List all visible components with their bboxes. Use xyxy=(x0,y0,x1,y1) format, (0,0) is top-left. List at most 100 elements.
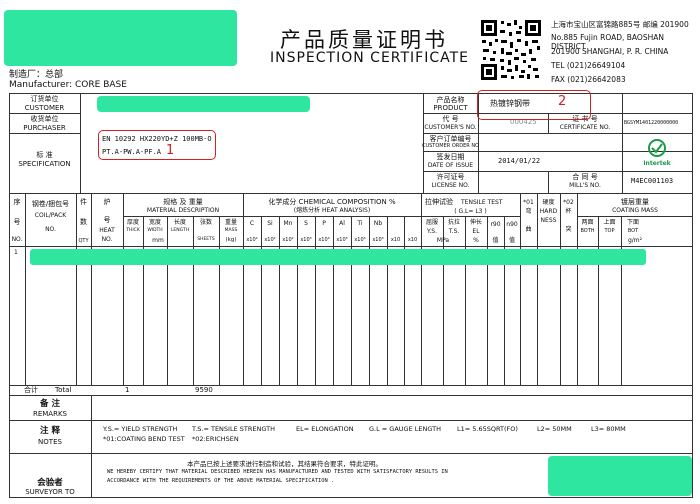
col-coat-en: COATING MASS xyxy=(612,207,658,214)
certify-text-cn: 本产品已按上述要求进行制造和试验，其结果符合要求，特此证明。 xyxy=(187,460,382,468)
custorder-label-cn: 客户订单编号 xyxy=(429,135,472,143)
notes-label-en: NOTES xyxy=(38,438,62,446)
annotation-label-1: 1 xyxy=(166,143,175,158)
col-coil-cn: 钢卷/捆包号 xyxy=(31,200,70,208)
total-label-en: Total xyxy=(55,386,72,394)
col-c01: *01 xyxy=(523,199,534,206)
note-l1: L1= 5.65SQRT(FO) xyxy=(457,425,518,433)
col-chem-sub: (熔炼分析 HEAT ANALYSIS) xyxy=(293,207,371,214)
col-width: 宽度 xyxy=(148,219,161,226)
col-heat-cn1: 炉 xyxy=(103,198,111,206)
col-c02-c: 突 xyxy=(565,226,572,233)
chem-element-ti: Ti xyxy=(357,220,363,227)
contract-value: M4EC001103 xyxy=(631,177,674,185)
note-ts: T.S.= TENSILE STRENGTH xyxy=(192,425,275,433)
chem-unit: x10 xyxy=(407,237,418,243)
col-ys: 屈服 xyxy=(425,219,438,226)
total-qty: 1 xyxy=(125,386,130,394)
code-label-en: CUSTOMER'S NO. xyxy=(424,124,477,131)
standard-label-en: SPECIFICATION xyxy=(18,160,71,168)
chem-element-nb: Nb xyxy=(373,220,383,227)
col-both-en: BOTH xyxy=(580,228,595,234)
surveyor-label-en: SURVEYOR TO xyxy=(25,488,75,496)
col-length: 长度 xyxy=(173,219,186,226)
annotation-box-product xyxy=(477,90,591,120)
col-mm: mm xyxy=(152,237,164,244)
col-pct: % xyxy=(473,237,479,244)
chem-unit: x10² xyxy=(282,237,294,243)
orderer-label-cn: 订货单位 xyxy=(30,95,59,103)
col-ys-en: Y.S. xyxy=(426,228,438,235)
remarks-label-en: REMARKS xyxy=(32,410,67,418)
col-n90: n90 xyxy=(506,221,518,228)
col-bot-en: BOT xyxy=(627,228,639,234)
maker-cn: 制造厂：总部 xyxy=(9,70,64,80)
custorder-label-en: CUSTOMER ORDER NO xyxy=(421,143,479,149)
col-coil-en1: COIL/PACK xyxy=(34,212,67,219)
col-hard-en1: HARD xyxy=(539,208,558,215)
notes-label-cn: 注 释 xyxy=(40,426,60,436)
chem-unit: x10³ xyxy=(318,237,330,243)
chem-element-p: P xyxy=(322,220,326,227)
title-en: INSPECTION CERTIFICATE xyxy=(270,50,470,66)
col-qty-cn2: 数 xyxy=(80,218,87,226)
col-tensile-en: TENSILE TEST xyxy=(461,199,503,206)
chem-element-mn: Mn xyxy=(283,220,293,227)
address-cn: 上海市宝山区富锦路885号 邮编 201900 xyxy=(551,20,689,29)
col-ts: 抗拉 xyxy=(447,219,460,226)
col-seq-cn: 序 xyxy=(13,198,21,206)
note-el: EL= ELONGATION xyxy=(296,425,354,433)
col-top: 上面 xyxy=(603,219,616,226)
col-sheets: 张数 xyxy=(199,219,212,226)
annotation-label-2: 2 xyxy=(558,94,567,109)
col-sheets-en: SHEETS xyxy=(197,237,215,242)
col-mass-en: MASS xyxy=(224,228,238,233)
col-kg: (kg) xyxy=(225,237,237,243)
col-thick-en: THICK xyxy=(126,228,140,233)
redacted-signature xyxy=(548,456,692,496)
cert-label-en: CERTIFICATE NO. xyxy=(559,124,611,131)
product-label-cn: 产品名称 xyxy=(436,96,465,104)
issue-label-en: DATE OF ISSUE xyxy=(427,162,474,169)
col-heat-cn2: 号 xyxy=(103,216,111,224)
col-material-cn: 规格 及 重量 xyxy=(163,198,203,206)
col-r90: r90 xyxy=(490,221,501,228)
col-material-en: MATERIAL DESCRIPTION xyxy=(146,207,220,214)
col-chem-title: 化学成分 CHEMICAL COMPOSITION % xyxy=(268,198,396,206)
total-mass: 9590 xyxy=(195,386,213,394)
contract-label-en: MILL'S NO. xyxy=(569,182,601,189)
col-seq-no: 号 xyxy=(13,218,21,226)
col-coat-cn: 镀层重量 xyxy=(621,198,649,206)
chem-unit: x10³ xyxy=(300,237,312,243)
qr-code xyxy=(479,18,543,82)
col-c02: *02 xyxy=(563,199,574,206)
col-qty-cn1: 件 xyxy=(80,198,87,206)
receiver-label-en: PURCHASER xyxy=(23,124,66,132)
license-label-cn: 许可证号 xyxy=(436,173,465,181)
col-mpa: MPa xyxy=(436,237,450,244)
chem-unit: x10 xyxy=(390,237,401,243)
chem-element-si: Si xyxy=(267,220,273,227)
col-bot: 下面 xyxy=(626,219,639,226)
fax: FAX (021)26642083 xyxy=(551,75,626,84)
col-length-en: LENGTH xyxy=(170,228,190,233)
col-heat-en1: HEAT xyxy=(99,227,115,234)
col-el: 伸长 xyxy=(469,219,482,226)
code-label-cn: 代 号 xyxy=(442,115,459,123)
chem-unit: x10² xyxy=(246,237,258,243)
col-gm2: g/m² xyxy=(627,237,643,244)
redacted-logo xyxy=(4,10,237,66)
chem-unit: x10³ xyxy=(354,237,366,243)
col-n90-val: 值 xyxy=(508,237,515,244)
certify-text-en-1: WE HEREBY CERTIFY THAT MATERIAL DESCRIBE… xyxy=(107,469,448,475)
col-thick: 厚度 xyxy=(126,219,139,226)
col-r90-val: 值 xyxy=(492,237,499,244)
row-1-no: 1 xyxy=(14,249,18,256)
redacted-row-1 xyxy=(30,249,646,265)
chem-element-c: C xyxy=(249,220,255,227)
issue-value: 2014/01/22 xyxy=(498,157,541,165)
chem-unit: x10³ xyxy=(336,237,348,243)
col-hard-en2: NESS xyxy=(540,217,557,224)
col-both: 两面 xyxy=(581,219,594,226)
col-width-en: WIDTH xyxy=(147,228,163,233)
